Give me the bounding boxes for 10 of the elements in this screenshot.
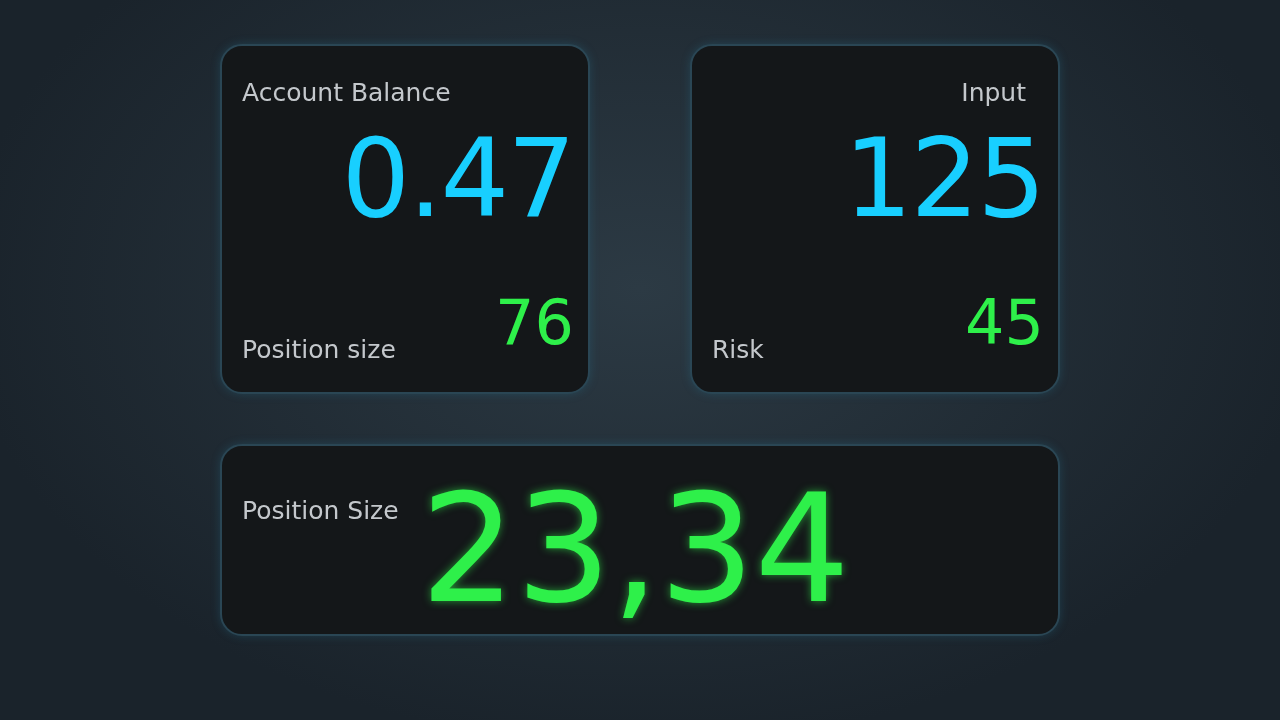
result-label: Position Size <box>242 495 399 525</box>
metric-value: 125 <box>843 125 1044 233</box>
card-title: Input <box>961 78 1026 107</box>
card-title: Account Balance <box>242 78 451 107</box>
sub-value: 76 <box>495 292 574 354</box>
sub-label: Position size <box>242 335 396 364</box>
sub-label: Risk <box>712 335 764 364</box>
metric-value: 0.47 <box>341 125 574 233</box>
sub-value: 45 <box>965 292 1044 354</box>
result-value: 23,34 <box>420 474 851 624</box>
